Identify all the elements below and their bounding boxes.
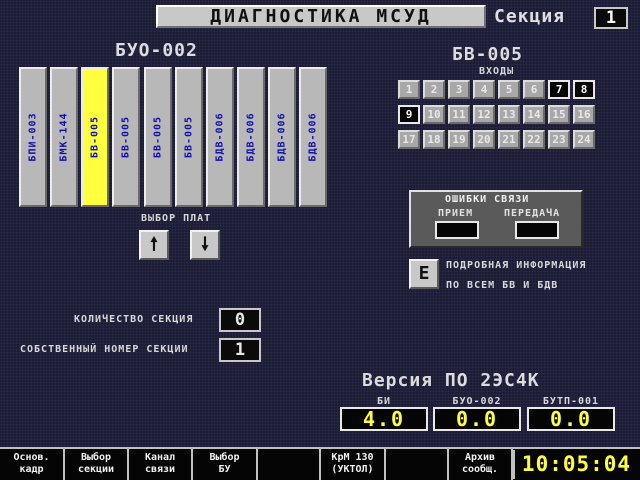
input-cell: 9 bbox=[398, 105, 420, 124]
board-card[interactable]: БДВ-006 bbox=[299, 67, 327, 207]
function-button-line2: (УКТОЛ) bbox=[331, 464, 374, 475]
clock: 10:05:04 bbox=[513, 450, 638, 479]
own-section-label: СОБСТВЕННЫЙ НОМЕР СЕКЦИИ bbox=[20, 344, 189, 355]
board-card[interactable]: БВ-005 bbox=[112, 67, 140, 207]
function-button-line1: Основ. bbox=[13, 452, 50, 463]
input-cell: 5 bbox=[498, 80, 520, 99]
function-button[interactable] bbox=[386, 449, 449, 480]
bottom-bar: Основ. кадр Выбор секции Канал связи Выбор БУ Кр… bbox=[0, 447, 640, 480]
page-title: ДИАГНОСТИКА МСУД bbox=[156, 5, 486, 28]
input-cell: 19 bbox=[448, 130, 470, 149]
function-button[interactable]: Основ. кадр bbox=[0, 449, 65, 480]
arrow-down-icon: 🠗 bbox=[201, 234, 209, 255]
function-button-line1: Выбор bbox=[80, 452, 112, 463]
board-card-label: БВ-005 bbox=[183, 115, 195, 159]
function-button[interactable] bbox=[258, 449, 321, 480]
board-card[interactable]: БДВ-006 bbox=[237, 67, 265, 207]
function-button-line2: сообщ. bbox=[461, 464, 499, 475]
version-value: 4.0 bbox=[340, 407, 428, 431]
function-button[interactable]: Архив сообщ. bbox=[449, 449, 513, 480]
select-boards-label: ВЫБОР ПЛАТ bbox=[141, 213, 212, 224]
details-line1: ПОДРОБНАЯ ИНФОРМАЦИЯ bbox=[446, 260, 587, 271]
input-cell: 17 bbox=[398, 130, 420, 149]
function-button[interactable]: Выбор секции bbox=[65, 449, 129, 480]
board-card[interactable]: БМК-144 bbox=[50, 67, 78, 207]
section-label: Секция bbox=[494, 6, 566, 27]
function-button-line2: секции bbox=[77, 464, 115, 475]
board-card-label: БВ-005 bbox=[89, 115, 101, 159]
board-up-button[interactable]: 🠕 bbox=[139, 230, 169, 260]
board-card-label: БДВ-006 bbox=[245, 112, 257, 162]
input-cell: 15 bbox=[548, 105, 570, 124]
board-card-label: БПИ-003 bbox=[27, 112, 39, 162]
function-button-line1: Канал bbox=[144, 452, 176, 463]
version-label: БУТП-001 bbox=[542, 396, 600, 407]
board-card-label: БВ-005 bbox=[120, 115, 132, 159]
input-cell: 22 bbox=[523, 130, 545, 149]
comm-errors-title: ОШИБКИ СВЯЗИ bbox=[445, 194, 530, 205]
board-card[interactable]: БВ-005 bbox=[144, 67, 172, 207]
board-card[interactable]: БВ-005 bbox=[81, 67, 109, 207]
function-button-line2: связи bbox=[144, 464, 176, 475]
function-button[interactable]: Выбор БУ bbox=[193, 449, 258, 480]
version-value: 0.0 bbox=[527, 407, 615, 431]
function-button-line1: Выбор bbox=[209, 452, 240, 463]
version-label: БИ bbox=[376, 396, 392, 407]
rx-label: ПРИЕМ bbox=[438, 208, 474, 219]
board-card-label: БДВ-006 bbox=[307, 112, 319, 162]
section-number: 1 bbox=[594, 7, 628, 29]
input-cell: 12 bbox=[473, 105, 495, 124]
board-card[interactable]: БДВ-006 bbox=[206, 67, 234, 207]
input-cell: 1 bbox=[398, 80, 420, 99]
bv-title: БВ-005 bbox=[452, 44, 524, 65]
function-button-line1: КрМ 130 bbox=[331, 452, 374, 463]
comm-errors-panel: ОШИБКИ СВЯЗИ ПРИЕМ ПЕРЕДАЧА bbox=[409, 190, 583, 248]
arrow-up-icon: 🠕 bbox=[150, 234, 158, 255]
board-down-button[interactable]: 🠗 bbox=[190, 230, 220, 260]
board-card-label: БМК-144 bbox=[58, 112, 70, 162]
input-cell: 24 bbox=[573, 130, 595, 149]
board-card-label: БДВ-006 bbox=[214, 112, 226, 162]
function-button[interactable]: Канал связи bbox=[129, 449, 193, 480]
input-cell: 3 bbox=[448, 80, 470, 99]
section-count-label: КОЛИЧЕСТВО СЕКЦИЯ bbox=[74, 314, 194, 325]
input-cell: 14 bbox=[523, 105, 545, 124]
board-card-label: БВ-005 bbox=[152, 115, 164, 159]
input-cell: 7 bbox=[548, 80, 570, 99]
board-card[interactable]: БДВ-006 bbox=[268, 67, 296, 207]
function-button-line1: Архив bbox=[464, 452, 496, 463]
function-button-line2: БУ bbox=[218, 464, 231, 475]
input-cell: 11 bbox=[448, 105, 470, 124]
input-cell: 21 bbox=[498, 130, 520, 149]
tx-label: ПЕРЕДАЧА bbox=[504, 208, 561, 219]
version-title: Версия ПО 2ЭС4К bbox=[362, 370, 540, 391]
rx-error-value bbox=[435, 221, 479, 239]
input-cell: 20 bbox=[473, 130, 495, 149]
input-cell: 4 bbox=[473, 80, 495, 99]
inputs-label: ВХОДЫ bbox=[479, 66, 515, 77]
buo-title: БУО-002 bbox=[115, 40, 198, 61]
function-button-line2: кадр bbox=[19, 464, 44, 475]
details-line2: ПО ВСЕМ БВ И БДВ bbox=[446, 280, 559, 291]
input-cell: 23 bbox=[548, 130, 570, 149]
tx-error-value bbox=[515, 221, 559, 239]
input-cell: 16 bbox=[573, 105, 595, 124]
input-cell: 2 bbox=[423, 80, 445, 99]
input-cell: 6 bbox=[523, 80, 545, 99]
section-count-value: 0 bbox=[219, 308, 261, 332]
function-button[interactable]: КрМ 130 (УКТОЛ) bbox=[321, 449, 386, 480]
board-card-label: БДВ-006 bbox=[276, 112, 288, 162]
board-card[interactable]: БВ-005 bbox=[175, 67, 203, 207]
input-cell: 10 bbox=[423, 105, 445, 124]
own-section-value: 1 bbox=[219, 338, 261, 362]
version-label: БУО-002 bbox=[452, 396, 502, 407]
version-value: 0.0 bbox=[433, 407, 521, 431]
details-button[interactable]: E bbox=[409, 259, 439, 289]
input-cell: 8 bbox=[573, 80, 595, 99]
input-cell: 13 bbox=[498, 105, 520, 124]
board-card[interactable]: БПИ-003 bbox=[19, 67, 47, 207]
input-cell: 18 bbox=[423, 130, 445, 149]
